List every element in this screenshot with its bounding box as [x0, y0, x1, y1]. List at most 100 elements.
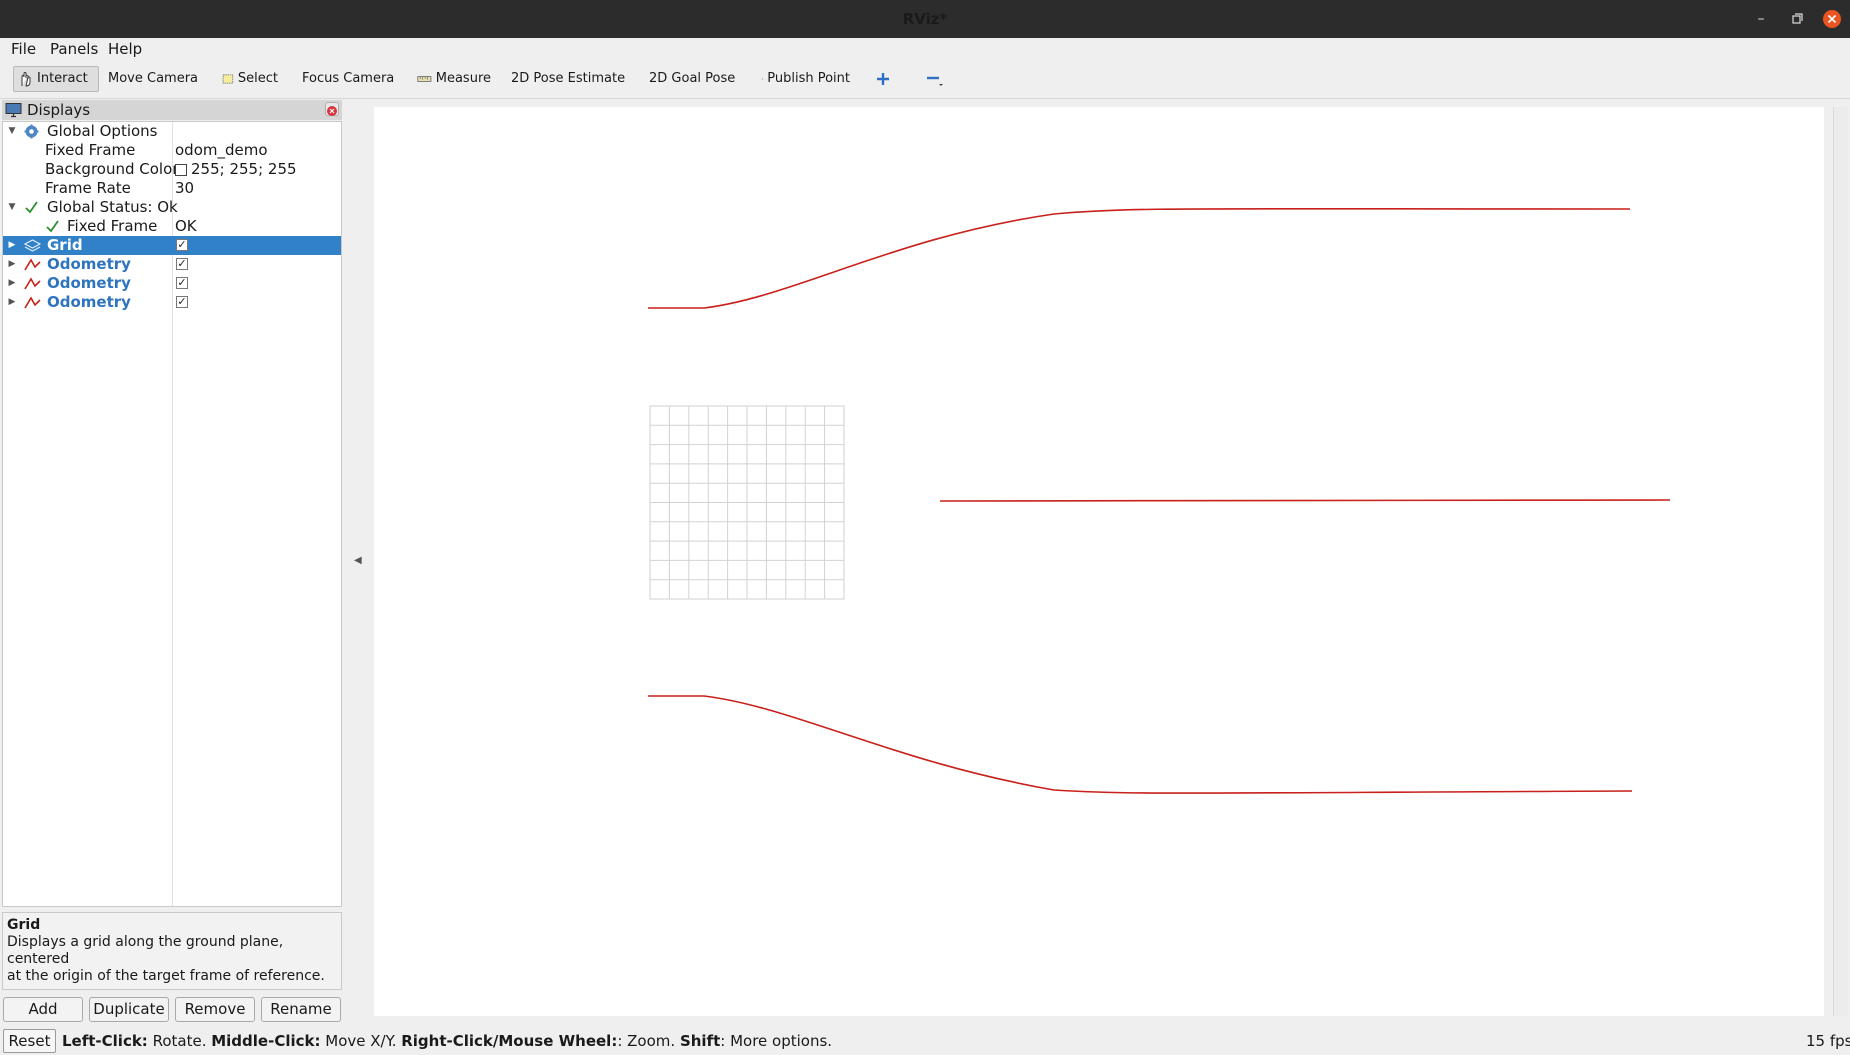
ground-grid — [649, 405, 845, 600]
view-side-handle[interactable] — [1833, 107, 1848, 1016]
enable-checkbox[interactable]: ✓ — [176, 277, 188, 289]
hint-text: : Zoom. — [617, 1032, 680, 1050]
fps-counter: 15 fps — [1806, 1032, 1850, 1050]
tree-label: Global Options — [47, 122, 158, 140]
select-tool-button[interactable]: Select — [219, 66, 281, 92]
enable-checkbox[interactable]: ✓ — [176, 239, 188, 251]
rename-button[interactable]: Rename — [261, 997, 341, 1022]
move-camera-label: Move Camera — [108, 71, 199, 86]
tree-row-odometry[interactable]: ▶ Odometry ✓ — [3, 255, 341, 274]
pose-estimate-tool-button[interactable]: 2D Pose Estimate — [504, 66, 626, 92]
window-title: RViz* — [902, 10, 948, 28]
focus-camera-tool-button[interactable]: Focus Camera — [295, 66, 395, 92]
render-view[interactable] — [374, 107, 1824, 1016]
interact-label: Interact — [37, 71, 88, 86]
tree-label: Odometry — [47, 274, 131, 292]
property-label: Fixed Frame — [45, 141, 136, 159]
check-icon — [45, 217, 61, 236]
hint-text: : More options. — [720, 1032, 833, 1050]
expand-down-icon[interactable]: ▼ — [6, 198, 18, 217]
goal-pose-label: 2D Goal Pose — [649, 71, 736, 86]
duplicate-button[interactable]: Duplicate — [89, 997, 169, 1022]
map-pin-icon — [762, 78, 764, 80]
fixed-frame-value[interactable]: odom_demo — [175, 141, 268, 160]
tree-row-odometry[interactable]: ▶ Odometry ✓ — [3, 274, 341, 293]
tree-row-fixed-frame[interactable]: Fixed Frame odom_demo — [3, 141, 341, 160]
tree-row-global-options[interactable]: ▼ Global Options — [3, 122, 341, 141]
publish-point-tool-button[interactable]: Publish Point — [759, 66, 853, 92]
interact-tool-button[interactable]: Interact — [13, 66, 99, 92]
gear-icon — [24, 122, 40, 141]
property-label: Background Color — [45, 160, 179, 178]
monitor-icon — [5, 102, 22, 118]
hint-key: Middle-Click: — [211, 1032, 321, 1050]
pose-estimate-label: 2D Pose Estimate — [511, 71, 626, 86]
odometry-path-middle — [939, 499, 1671, 502]
frame-rate-value[interactable]: 30 — [175, 179, 194, 198]
tree-row-odometry[interactable]: ▶ Odometry ✓ — [3, 293, 341, 312]
remove-button[interactable]: Remove — [175, 997, 255, 1022]
collapse-left-icon[interactable]: ◀ — [354, 555, 362, 566]
add-tool-button[interactable] — [872, 66, 894, 92]
close-icon[interactable] — [1822, 9, 1842, 29]
odometry-path-lower — [648, 695, 1633, 794]
expand-down-icon[interactable]: ▼ — [6, 122, 18, 141]
measure-tool-button[interactable]: Measure — [414, 66, 494, 92]
goal-pose-tool-button[interactable]: 2D Goal Pose — [642, 66, 738, 92]
maximize-icon[interactable] — [1787, 9, 1807, 29]
menu-help[interactable]: Help — [108, 38, 142, 60]
tree-label: Odometry — [47, 255, 131, 273]
panel-close-icon[interactable] — [325, 102, 339, 116]
expand-right-icon[interactable]: ▶ — [6, 293, 18, 312]
status-hint: Left-Click: Rotate. Middle-Click: Move X… — [62, 1029, 832, 1053]
tree-row-background-color[interactable]: Background Color 255; 255; 255 — [3, 160, 341, 179]
check-icon — [24, 198, 40, 217]
reset-button[interactable]: Reset — [3, 1029, 56, 1053]
tree-label: Global Status: Ok — [47, 198, 178, 216]
tree-row-global-status[interactable]: ▼ Global Status: Ok — [3, 198, 341, 217]
enable-checkbox[interactable]: ✓ — [176, 296, 188, 308]
minimize-icon[interactable]: – — [1751, 9, 1771, 29]
odometry-arrow-icon — [24, 274, 42, 293]
expand-right-icon[interactable]: ▶ — [6, 255, 18, 274]
select-box-icon — [222, 74, 234, 84]
enable-checkbox[interactable]: ✓ — [176, 258, 188, 270]
hint-key: Right-Click/Mouse Wheel: — [401, 1032, 618, 1050]
property-label: Frame Rate — [45, 179, 131, 197]
minus-icon — [927, 76, 943, 86]
hand-icon — [21, 71, 31, 87]
hint-key: Shift — [679, 1032, 721, 1050]
odometry-arrow-icon — [24, 293, 42, 312]
render-canvas — [648, 207, 1671, 794]
plus-icon — [877, 73, 889, 85]
tree-row-frame-rate[interactable]: Frame Rate 30 — [3, 179, 341, 198]
menu-panels[interactable]: Panels — [50, 38, 98, 60]
publish-point-label: Publish Point — [767, 71, 850, 86]
remove-tool-button[interactable] — [922, 66, 948, 92]
description-line: at the origin of the target frame of ref… — [7, 968, 325, 984]
menu-bar — [0, 38, 1850, 60]
grid-layers-icon — [23, 236, 42, 255]
property-label: Fixed Frame — [67, 217, 158, 235]
add-button[interactable]: Add — [3, 997, 83, 1022]
hint-text: Rotate. — [147, 1032, 212, 1050]
description-title: Grid — [7, 917, 41, 933]
hint-key: Left-Click: — [62, 1032, 148, 1050]
background-color-text: 255; 255; 255 — [191, 160, 297, 178]
tree-row-status-fixed-frame[interactable]: Fixed Frame OK — [3, 217, 341, 236]
background-color-value[interactable]: 255; 255; 255 — [175, 160, 297, 179]
color-swatch — [175, 163, 187, 176]
odometry-path-upper — [648, 207, 1631, 309]
expand-right-icon[interactable]: ▶ — [6, 274, 18, 293]
description-line: Displays a grid along the ground plane, … — [7, 934, 284, 967]
measure-label: Measure — [435, 71, 491, 86]
menu-file[interactable]: File — [11, 38, 36, 60]
odometry-arrow-icon — [24, 255, 42, 274]
description-box: Grid Displays a grid along the ground pl… — [2, 912, 342, 990]
expand-right-icon[interactable]: ▶ — [6, 236, 18, 255]
tree-row-grid[interactable]: ▶ Grid ✓ — [3, 236, 341, 255]
tree-label: Odometry — [47, 293, 131, 311]
move-camera-tool-button[interactable]: Move Camera — [101, 66, 201, 92]
select-label: Select — [237, 71, 278, 86]
status-value: OK — [175, 217, 197, 235]
